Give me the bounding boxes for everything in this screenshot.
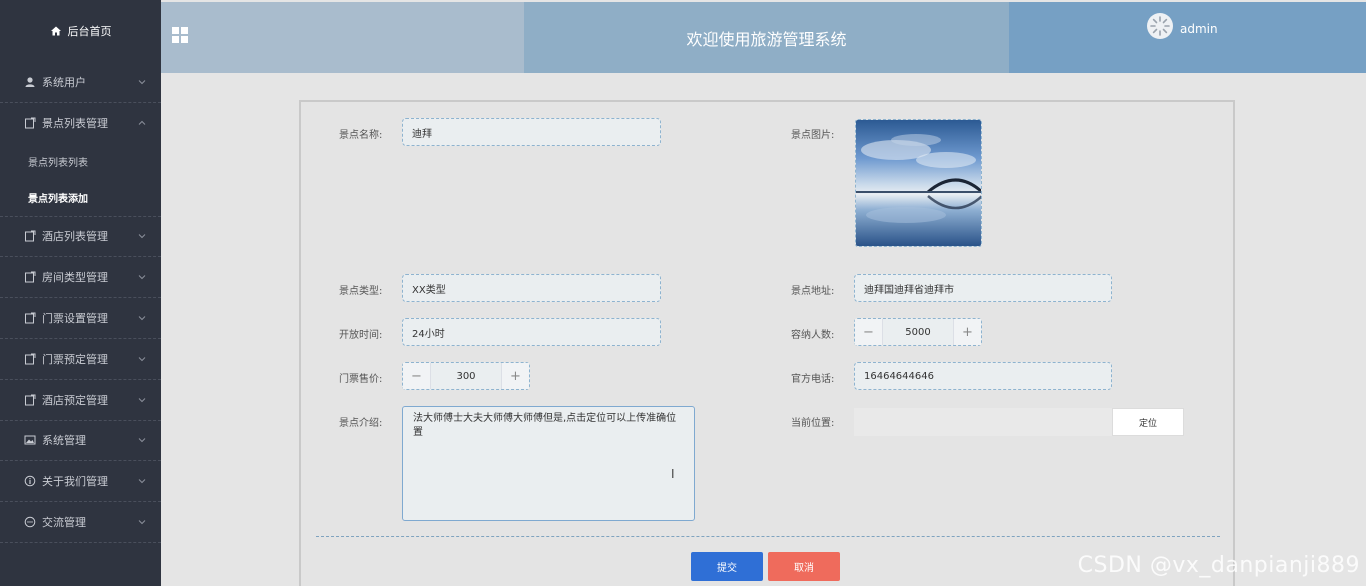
chevron-down-icon xyxy=(137,77,147,90)
location-label: 当前位置: xyxy=(791,418,835,429)
user-icon xyxy=(24,76,36,88)
sidebar-item-scenic-management[interactable]: 景点列表管理 xyxy=(0,103,161,144)
capacity-increment-button[interactable]: + xyxy=(953,319,981,345)
sidebar-item-label: 系统管理 xyxy=(42,434,86,448)
divider xyxy=(316,536,1220,537)
price-label: 门票售价: xyxy=(339,374,383,385)
capacity-stepper[interactable]: − 5000 + xyxy=(854,318,982,346)
info-icon xyxy=(24,475,36,487)
price-stepper[interactable]: − 300 + xyxy=(402,362,530,390)
sidebar-item-home[interactable]: 后台首页 xyxy=(0,0,161,62)
locate-button[interactable]: 定位 xyxy=(1112,408,1184,436)
document-icon xyxy=(24,312,36,324)
chevron-down-icon xyxy=(137,272,147,285)
top-header: 欢迎使用旅游管理系统 admin xyxy=(161,2,1366,73)
avatar[interactable] xyxy=(1147,13,1173,39)
document-icon xyxy=(24,117,36,129)
sidebar-item-label: 酒店列表管理 xyxy=(42,230,108,244)
cancel-button[interactable]: 取消 xyxy=(768,552,840,581)
location-input[interactable] xyxy=(854,408,1112,436)
sidebar-item-ticket-booking[interactable]: 门票预定管理 xyxy=(0,339,161,380)
price-increment-button[interactable]: + xyxy=(501,363,529,389)
sidebar-item-system-users[interactable]: 系统用户 xyxy=(0,62,161,103)
address-label: 景点地址: xyxy=(791,286,835,297)
text-cursor-icon: I xyxy=(671,467,675,481)
hours-label: 开放时间: xyxy=(339,330,383,341)
sidebar-group-scenic: 景点列表管理 景点列表列表 景点列表添加 xyxy=(0,103,161,217)
sidebar-item-about-us[interactable]: 关于我们管理 xyxy=(0,461,161,503)
grid-menu-icon[interactable] xyxy=(172,27,188,43)
chat-icon xyxy=(24,516,36,528)
intro-textarea[interactable]: 法大师傅士大夫大师傅大师傅但是,点击定位可以上传准确位置 xyxy=(402,406,695,521)
sidebar-item-label: 系统用户 xyxy=(42,75,86,89)
phone-input[interactable]: 16464644646 xyxy=(854,362,1112,390)
chevron-down-icon xyxy=(137,395,147,408)
chevron-down-icon xyxy=(137,435,147,448)
address-input[interactable]: 迪拜国迪拜省迪拜市 xyxy=(854,274,1112,302)
sidebar-item-label: 景点列表管理 xyxy=(42,117,108,131)
phone-label: 官方电话: xyxy=(791,374,835,385)
sidebar-item-label: 门票设置管理 xyxy=(42,312,108,326)
sidebar-item-label: 房间类型管理 xyxy=(42,271,108,285)
page-title: 欢迎使用旅游管理系统 xyxy=(686,29,847,49)
sidebar-item-ticket-settings[interactable]: 门票设置管理 xyxy=(0,298,161,339)
capacity-label: 容纳人数: xyxy=(791,330,835,341)
type-input[interactable]: XX类型 xyxy=(402,274,661,302)
document-icon xyxy=(24,394,36,406)
chevron-down-icon xyxy=(137,354,147,367)
sidebar-item-system-management[interactable]: 系统管理 xyxy=(0,421,161,462)
chevron-down-icon xyxy=(137,476,147,489)
picture-icon xyxy=(24,434,36,446)
scenic-add-form: 景点名称: 迪拜 景点图片: 景点类型: XX类型 景点地址: 迪拜国迪拜省迪拜… xyxy=(299,100,1235,586)
hours-input[interactable]: 24小时 xyxy=(402,318,661,346)
watermark: CSDN @vx_danpianji889 xyxy=(1077,553,1360,578)
sidebar-item-label: 后台首页 xyxy=(67,25,112,38)
chevron-up-icon xyxy=(137,118,147,131)
chevron-down-icon xyxy=(137,231,147,244)
sidebar-item-room-type[interactable]: 房间类型管理 xyxy=(0,257,161,299)
sidebar: 后台首页 系统用户 景点列表管理 景点列表列表 景点列表添加 酒店列表管理 房间… xyxy=(0,0,161,586)
intro-label: 景点介绍: xyxy=(339,418,383,429)
document-icon xyxy=(24,353,36,365)
sidebar-item-communication[interactable]: 交流管理 xyxy=(0,502,161,543)
username[interactable]: admin xyxy=(1180,22,1218,36)
sidebar-subitem-scenic-list[interactable]: 景点列表列表 xyxy=(0,144,161,180)
document-icon xyxy=(24,271,36,283)
sidebar-item-label: 交流管理 xyxy=(42,516,86,530)
sidebar-item-label: 关于我们管理 xyxy=(42,475,108,489)
name-input[interactable]: 迪拜 xyxy=(402,118,661,146)
document-icon xyxy=(24,230,36,242)
capacity-value[interactable]: 5000 xyxy=(883,327,953,338)
sidebar-item-label: 门票预定管理 xyxy=(42,352,108,366)
sidebar-item-hotel-booking[interactable]: 酒店预定管理 xyxy=(0,380,161,421)
chevron-down-icon xyxy=(137,313,147,326)
chevron-down-icon xyxy=(137,517,147,530)
submit-button[interactable]: 提交 xyxy=(691,552,763,581)
sidebar-item-label: 酒店预定管理 xyxy=(42,393,108,407)
sidebar-item-hotel-list[interactable]: 酒店列表管理 xyxy=(0,217,161,258)
home-icon xyxy=(50,25,62,37)
capacity-decrement-button[interactable]: − xyxy=(855,319,883,345)
image-label: 景点图片: xyxy=(791,130,835,141)
name-label: 景点名称: xyxy=(339,130,383,141)
price-decrement-button[interactable]: − xyxy=(403,363,431,389)
sidebar-subitem-scenic-add[interactable]: 景点列表添加 xyxy=(0,180,161,216)
scenic-image-upload[interactable] xyxy=(855,119,982,247)
price-value[interactable]: 300 xyxy=(431,371,501,382)
type-label: 景点类型: xyxy=(339,286,383,297)
